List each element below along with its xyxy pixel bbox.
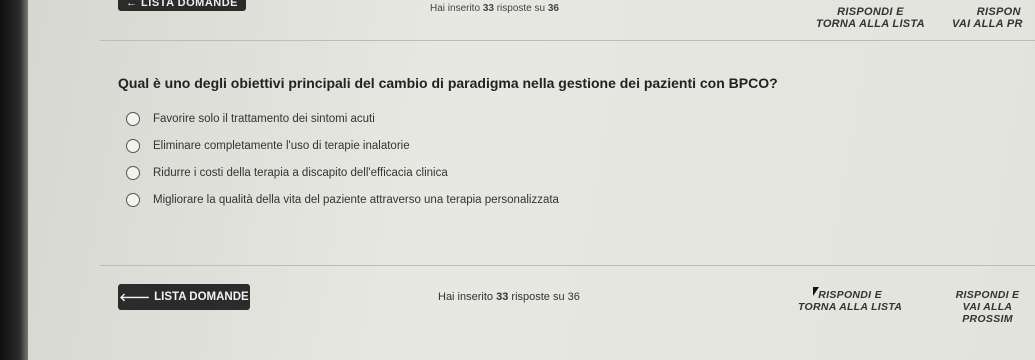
question-text: Qual è uno degli obiettivi principali de…: [118, 75, 778, 91]
progress-prefix: Hai inserito: [438, 291, 494, 303]
monitor-bezel: [0, 0, 28, 360]
answer-option[interactable]: Favorire solo il trattamento dei sintomi…: [126, 105, 998, 132]
answer-option[interactable]: Ridurre i costi della terapia a discapit…: [126, 159, 998, 186]
quiz-screen: ← LISTA DOMANDE Hai inserito 33 risposte…: [28, 0, 1035, 360]
back-to-list-label: LISTA DOMANDE: [154, 291, 249, 303]
top-back-to-list-button[interactable]: ← LISTA DOMANDE: [118, 0, 246, 11]
top-progress-prefix: Hai inserito: [430, 3, 481, 14]
radio-button[interactable]: [126, 192, 140, 207]
bottom-divider: [100, 265, 1035, 266]
radio-button[interactable]: [126, 111, 140, 126]
top-progress-mid: risposte su: [496, 3, 546, 14]
answer-option[interactable]: Migliorare la qualità della vita del paz…: [126, 186, 998, 213]
answer-option-label: Favorire solo il trattamento dei sintomi…: [153, 112, 375, 125]
top-answer-and-return-line2: TORNA ALLA LISTA: [816, 18, 925, 30]
question-card: Qual è uno degli obiettivi principali de…: [118, 75, 998, 213]
mouse-cursor-icon: [813, 287, 819, 296]
top-progress-total: 36: [547, 3, 559, 14]
progress-text: Hai inserito 33 risposte su 36: [438, 291, 580, 303]
answer-and-next-button[interactable]: RISPONDI E VAI ALLA PROSSIM: [940, 289, 1035, 325]
answer-option-label: Migliorare la qualità della vita del paz…: [153, 193, 559, 206]
answer-option-label: Eliminare completamente l'uso di terapie…: [153, 139, 410, 152]
answer-and-next-line1: RISPONDI E: [955, 289, 1020, 301]
top-answer-and-return-line1: RISPONDI E: [837, 6, 904, 18]
top-answer-and-return-button[interactable]: RISPONDI E TORNA ALLA LISTA: [816, 6, 925, 30]
top-bar: ← LISTA DOMANDE Hai inserito 33 risposte…: [28, 0, 1035, 40]
progress-mid: risposte su: [511, 291, 565, 303]
top-progress-text: Hai inserito 33 risposte su 36: [430, 3, 559, 14]
top-answer-and-next-line2: VAI ALLA PR: [952, 18, 1023, 30]
arrow-left-icon: 🡐: [119, 292, 151, 304]
top-answer-and-next-button[interactable]: RISPON VAI ALLA PR: [952, 6, 1023, 30]
top-divider: [100, 40, 1035, 41]
answer-option[interactable]: Eliminare completamente l'uso di terapie…: [126, 132, 998, 159]
progress-answered: 33: [496, 291, 509, 303]
radio-button[interactable]: [126, 138, 140, 153]
top-progress-answered: 33: [482, 3, 494, 14]
back-to-list-button[interactable]: 🡐 LISTA DOMANDE: [118, 284, 250, 310]
answer-options: Favorire solo il trattamento dei sintomi…: [118, 105, 998, 213]
answer-option-label: Ridurre i costi della terapia a discapit…: [153, 166, 448, 179]
answer-and-return-line2: TORNA ALLA LISTA: [798, 301, 903, 313]
progress-total: 36: [567, 291, 580, 303]
answer-and-next-line2: VAI ALLA PROSSIM: [962, 301, 1013, 325]
top-answer-and-next-line1: RISPON: [976, 6, 1021, 18]
radio-button[interactable]: [126, 165, 140, 180]
